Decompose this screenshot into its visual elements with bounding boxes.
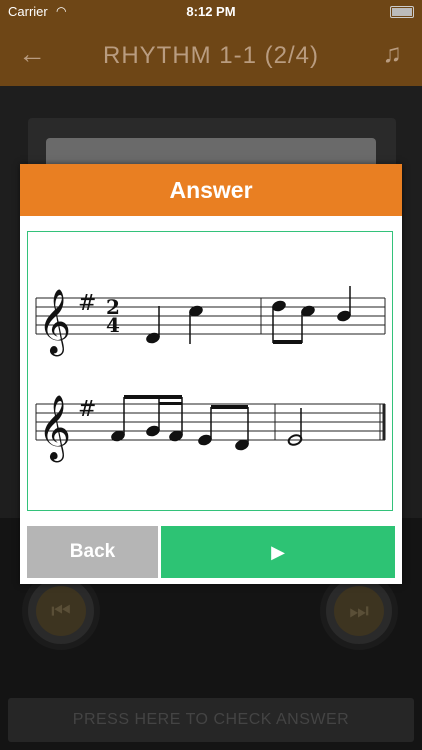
check-answer-button[interactable]: PRESS HERE TO CHECK ANSWER [8, 698, 414, 742]
page-title: RHYTHM 1-1 (2/4) [102, 42, 320, 69]
key-signature: # [78, 397, 96, 422]
answer-dialog: Answer 𝄞 # 2 4 𝄞 # Back ▶ [20, 164, 402, 584]
play-triangle-icon: ▶ [271, 542, 285, 562]
skip-back-icon: ⏮ [36, 586, 86, 636]
top-bar: ← RHYTHM 1-1 (2/4) ♫ [0, 24, 422, 86]
notes-measure-4 [287, 408, 303, 446]
skip-forward-icon: ⏭ [334, 586, 384, 636]
status-bar: Carrier ◠ 8:12 PM [0, 0, 422, 24]
treble-clef-icon: 𝄞 [38, 289, 71, 356]
music-note-icon[interactable]: ♫ [383, 38, 403, 69]
dialog-title: Answer [20, 164, 402, 216]
time-signature-bottom: 4 [106, 313, 120, 337]
notes-measure-2 [272, 286, 351, 344]
clock: 8:12 PM [186, 4, 236, 19]
key-signature: # [78, 291, 96, 316]
music-score: 𝄞 # 2 4 𝄞 # [35, 286, 386, 462]
battery-icon [390, 6, 414, 18]
back-button[interactable]: Back [27, 526, 158, 578]
answer-score: 𝄞 # 2 4 𝄞 # [27, 231, 393, 511]
notes-measure-3 [111, 395, 249, 451]
continue-button[interactable]: ▶ [161, 526, 395, 578]
treble-clef-icon: 𝄞 [38, 395, 71, 462]
